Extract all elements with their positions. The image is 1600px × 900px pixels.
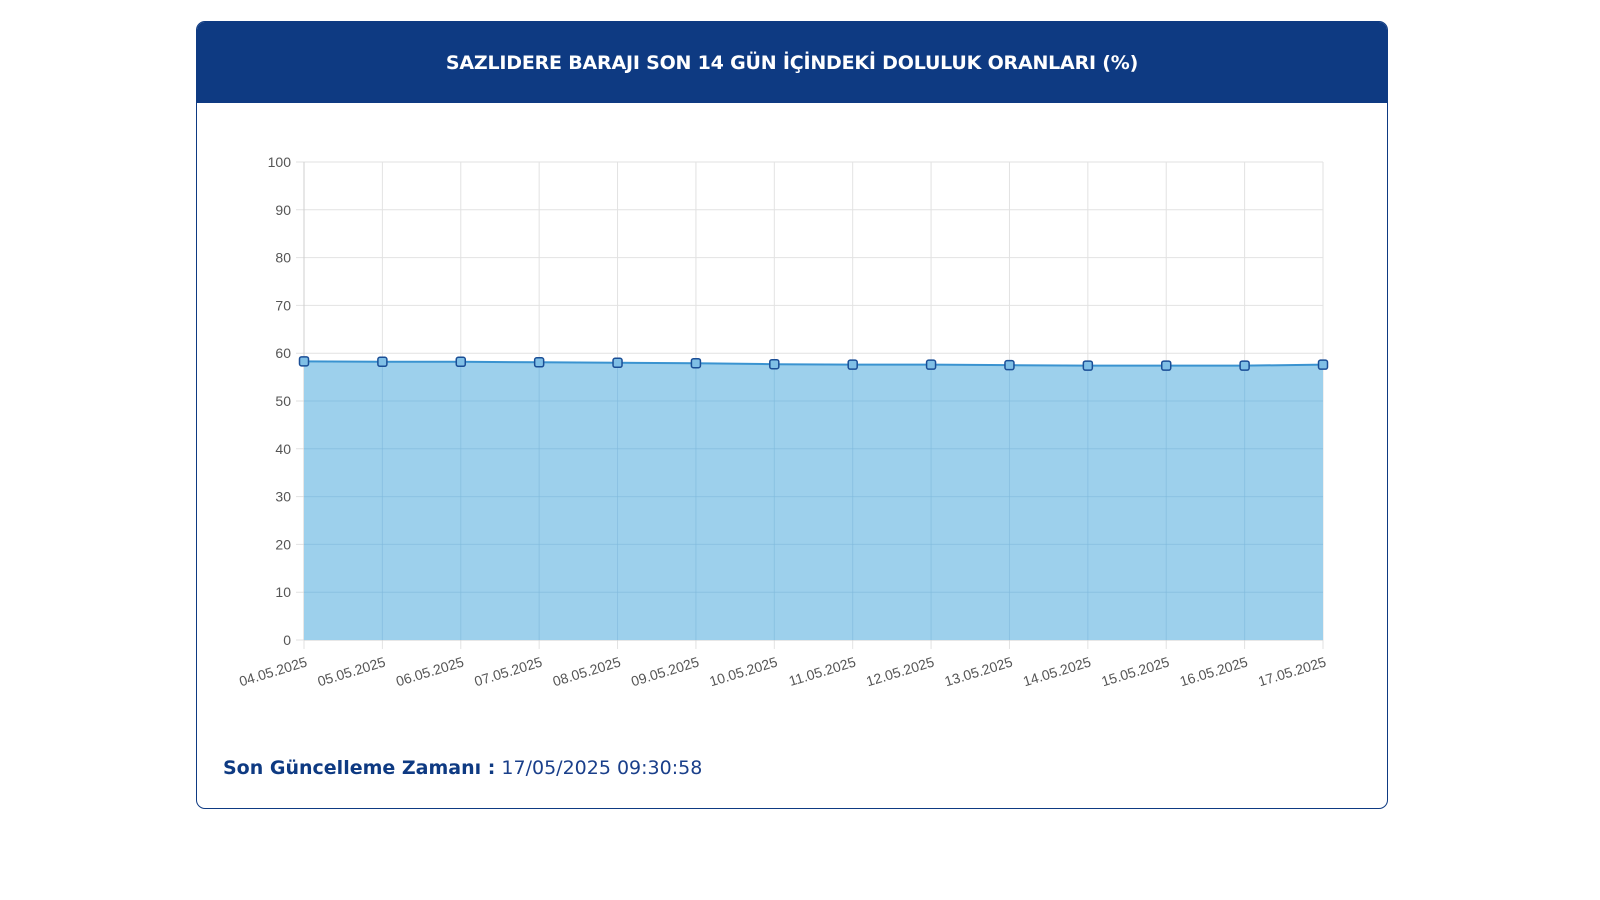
data-point [690, 357, 702, 369]
y-tick-label: 40 [275, 441, 291, 457]
x-tick-label: 05.05.2025 [316, 654, 388, 690]
data-point [1239, 360, 1250, 371]
y-tick-label: 10 [275, 584, 291, 600]
data-point [533, 357, 545, 368]
chart-title: SAZLIDERE BARAJI SON 14 GÜN İÇİNDEKİ DOL… [445, 51, 1139, 74]
data-point [377, 356, 388, 368]
x-tick-label: 09.05.2025 [629, 654, 701, 690]
chart-header: SAZLIDERE BARAJI SON 14 GÜN İÇİNDEKİ DOL… [197, 22, 1387, 103]
data-point [612, 357, 623, 369]
y-tick-label: 50 [275, 393, 291, 409]
y-tick-label: 30 [275, 489, 291, 505]
x-tick-label: 13.05.2025 [943, 654, 1015, 690]
x-tick-label: 07.05.2025 [472, 654, 544, 690]
data-point [769, 358, 780, 370]
y-tick-label: 90 [275, 202, 291, 218]
fill-rate-chart: 0 10 20 30 40 50 60 70 80 90 100 04.05.2025 05.05.20… [237, 154, 1329, 690]
series-area [304, 361, 1323, 640]
data-point [1317, 359, 1329, 370]
x-tick-label: 14.05.2025 [1021, 654, 1093, 690]
last-update-label: Son Güncelleme Zamanı : [223, 757, 496, 779]
data-point [847, 359, 858, 370]
chart-area: 0 10 20 30 40 50 60 70 80 90 100 04.05.2025 05.05.20… [197, 103, 1387, 723]
x-tick-label: 11.05.2025 [787, 654, 858, 690]
x-tick-label: 10.05.2025 [707, 654, 779, 690]
x-tick-label: 16.05.2025 [1178, 654, 1250, 690]
y-tick-label: 20 [275, 536, 291, 552]
chart-card: SAZLIDERE BARAJI SON 14 GÜN İÇİNDEKİ DOL… [196, 21, 1388, 809]
x-tick-label: 12.05.2025 [864, 654, 936, 690]
y-tick-label: 70 [275, 297, 291, 313]
data-point [925, 359, 937, 370]
x-tick-label: 06.05.2025 [394, 654, 466, 690]
data-point [1004, 359, 1015, 371]
y-tick-label: 80 [275, 250, 291, 266]
last-update-value: 17/05/2025 09:30:58 [501, 757, 703, 779]
data-point [1160, 360, 1172, 371]
data-point [1082, 360, 1094, 371]
last-update: Son Güncelleme Zamanı : 17/05/2025 09:30… [223, 757, 702, 779]
x-tick-label: 15.05.2025 [1099, 654, 1171, 690]
x-tick-label: 04.05.2025 [237, 654, 309, 690]
y-tick-label: 0 [283, 632, 291, 648]
x-tick-label: 17.05.2025 [1256, 654, 1328, 690]
data-point [455, 356, 467, 368]
data-point [298, 356, 310, 367]
y-tick-label: 100 [268, 154, 292, 170]
x-tick-label: 08.05.2025 [551, 654, 623, 690]
y-tick-label: 60 [275, 345, 291, 361]
